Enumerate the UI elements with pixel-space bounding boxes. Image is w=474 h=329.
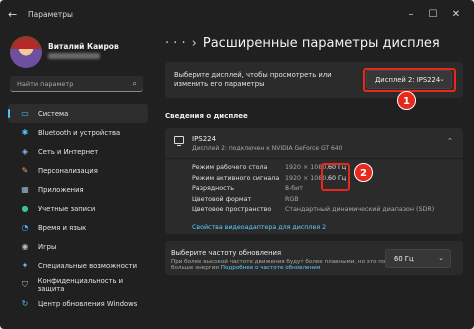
back-arrow-icon[interactable]: ← <box>8 9 20 21</box>
sidebar-item-label: Bluetooth и устройства <box>38 128 121 137</box>
sidebar-item-apps[interactable]: ▦ Приложения <box>8 180 148 199</box>
sidebar-item-network[interactable]: ◈ Сеть и Интернет <box>8 142 148 161</box>
accessibility-icon: ✦ <box>21 260 29 270</box>
globe-clock-icon: ◔ <box>21 222 29 232</box>
sidebar-item-person[interactable]: ● Учетные записи <box>8 199 148 218</box>
info-label: Цветовое пространство <box>192 206 272 213</box>
maximize-icon[interactable]: ☐ <box>426 9 440 21</box>
window-title: Параметры <box>28 10 73 19</box>
highlight-box-display-dropdown <box>363 68 456 92</box>
title-bar: ← Параметры – ☐ ✕ <box>0 0 474 30</box>
gamepad-icon: ◉ <box>21 241 29 251</box>
refresh-rate-dropdown[interactable]: 60 Гц ⌄ <box>385 249 451 268</box>
step-badge-1: 1 <box>397 91 416 110</box>
shield-icon: ⛉ <box>21 279 28 289</box>
breadcrumb-more-icon[interactable]: · · · <box>165 36 186 51</box>
sidebar-item-update[interactable]: ↻ Центр обновления Windows <box>8 294 148 313</box>
sidebar-item-label: Игры <box>38 242 57 251</box>
user-email-blurred <box>48 53 100 59</box>
sidebar-item-label: Учетные записи <box>38 204 96 213</box>
search-icon[interactable]: ⌕ <box>133 79 137 89</box>
avatar[interactable] <box>10 36 42 68</box>
chevron-down-icon: ⌄ <box>438 254 444 262</box>
sidebar-item-brush[interactable]: ✎ Персонализация <box>8 161 148 180</box>
display-subtitle: Дисплей 2: подключен к NVIDIA GeForce GT… <box>192 145 343 152</box>
divider <box>165 158 463 159</box>
sidebar-item-shield[interactable]: ⛉ Конфиденциальность и защита <box>8 275 148 294</box>
section-title: Сведения о дисплее <box>165 112 248 120</box>
breadcrumb-separator-icon: › <box>191 36 197 51</box>
info-label: Разрядность <box>192 185 234 192</box>
adapter-properties-link[interactable]: Свойства видеоадаптера для дисплея 2 <box>192 224 326 231</box>
info-label: Цветовой формат <box>192 195 252 203</box>
info-value: RGB <box>285 195 299 203</box>
sidebar-item-label: Специальные возможности <box>38 261 137 270</box>
sidebar-item-bluetooth[interactable]: ✱ Bluetooth и устройства <box>8 123 148 142</box>
sidebar-item-label: Персонализация <box>38 166 98 175</box>
search-input[interactable]: Найти параметр ⌕ <box>10 76 143 92</box>
display-name: IPS224 <box>192 135 217 143</box>
sidebar-item-label: Сеть и Интернет <box>38 147 99 156</box>
sidebar-item-label: Центр обновления Windows <box>38 299 138 308</box>
brush-icon: ✎ <box>21 165 29 175</box>
sidebar-item-gamepad[interactable]: ◉ Игры <box>8 237 148 256</box>
sidebar-item-label: Система <box>38 109 69 118</box>
sidebar-item-monitor[interactable]: ▭ Система <box>8 104 148 123</box>
info-value: Стандартный динамический диапазон (SDR) <box>285 206 435 213</box>
bluetooth-icon: ✱ <box>21 127 29 137</box>
refresh-rate-value: 60 Гц <box>394 255 414 263</box>
sidebar-item-accessibility[interactable]: ✦ Специальные возможности <box>8 256 148 275</box>
sidebar-item-label: Время и язык <box>38 223 87 232</box>
monitor-icon <box>174 136 184 146</box>
apps-icon: ▦ <box>21 184 29 194</box>
monitor-icon: ▭ <box>21 108 29 118</box>
breadcrumb: · · · › Расширенные параметры дисплея <box>165 36 440 51</box>
step-badge-2: 2 <box>354 163 373 182</box>
settings-window: ← Параметры – ☐ ✕ Виталий Каиров Найти п… <box>0 0 474 329</box>
person-icon: ● <box>21 203 29 213</box>
user-name: Виталий Каиров <box>48 42 119 51</box>
minimize-icon[interactable]: – <box>404 9 418 21</box>
sidebar-item-globe-clock[interactable]: ◔ Время и язык <box>8 218 148 237</box>
select-display-text: Выберите дисплей, чтобы просмотреть или … <box>174 71 332 88</box>
highlight-box-refresh-values <box>321 163 350 191</box>
update-icon: ↻ <box>21 298 29 308</box>
search-placeholder: Найти параметр <box>17 80 74 88</box>
display-info-card: IPS224 Дисплей 2: подключен к NVIDIA GeF… <box>165 128 463 234</box>
sidebar-nav: ▭ Система ✱ Bluetooth и устройства ◈ Сеть и И… <box>8 104 148 313</box>
refresh-rate-card: Выберите частоту обновления При более вы… <box>165 241 463 275</box>
info-label: Режим рабочего стола <box>192 164 268 171</box>
chevron-up-icon[interactable]: ⌃ <box>447 137 453 145</box>
sidebar-item-label: Приложения <box>38 185 84 194</box>
refresh-rate-info-link[interactable]: Подробнее о частоте обновления <box>221 265 320 271</box>
network-icon: ◈ <box>21 146 29 156</box>
refresh-rate-desc: При более высокой частоте движения будут… <box>171 259 413 271</box>
sidebar-item-label: Конфиденциальность и защита <box>37 276 124 293</box>
page-title: Расширенные параметры дисплея <box>202 36 440 51</box>
refresh-desc-line2: больше энергии <box>171 265 220 271</box>
refresh-rate-title: Выберите частоту обновления <box>171 249 282 257</box>
info-value: 8-бит <box>285 185 303 192</box>
close-icon[interactable]: ✕ <box>449 9 463 21</box>
info-label: Режим активного сигнала <box>192 174 280 182</box>
